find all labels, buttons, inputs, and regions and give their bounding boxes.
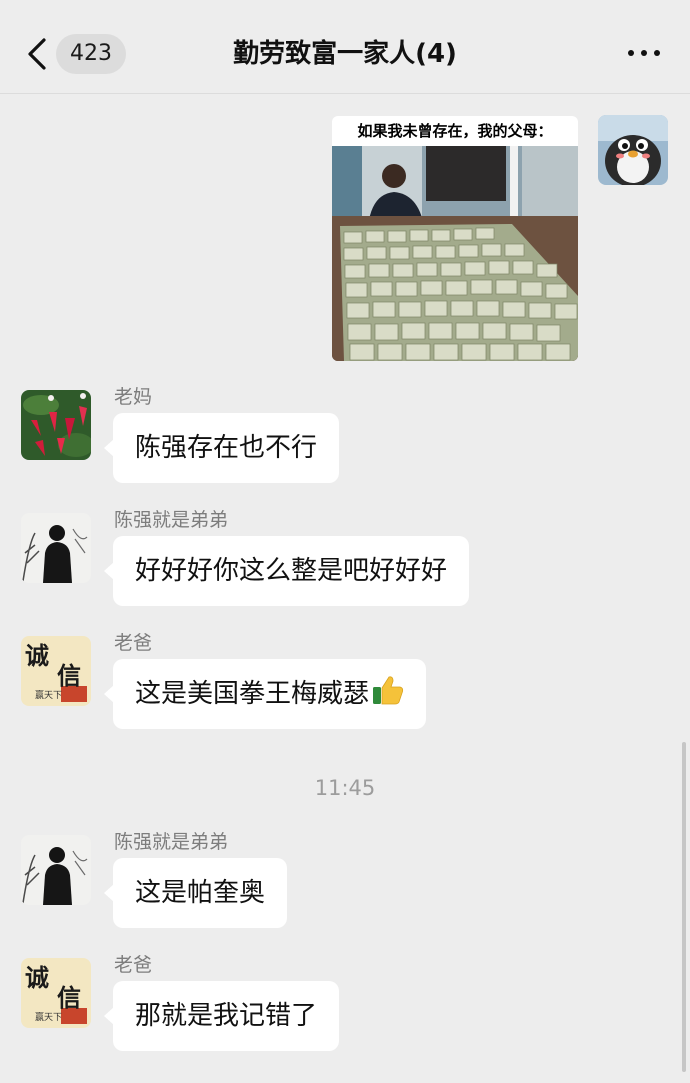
message-bubble[interactable]: 陈强存在也不行 — [103, 413, 340, 483]
ink-figure-avatar[interactable] — [21, 835, 91, 905]
message-timestamp: 11:45 — [314, 776, 376, 800]
more-options-icon[interactable] — [624, 44, 664, 64]
message-bubble[interactable]: 这是美国拳王梅威瑟 — [103, 659, 427, 729]
avatar-char-main: 诚 — [25, 641, 49, 670]
flower-avatar[interactable] — [21, 390, 91, 460]
sender-name: 老爸 — [114, 954, 153, 976]
avatar-char-second: 信 — [57, 983, 81, 1012]
chat-scrollbar[interactable] — [682, 742, 686, 1072]
avatar-char-small: 赢天下 — [35, 689, 62, 701]
chengxin-calligraphy-avatar[interactable]: 诚 信 赢天下 — [21, 958, 91, 1028]
sender-name: 老妈 — [114, 386, 153, 408]
thumbs-up-icon — [373, 676, 404, 705]
avatar-char-main: 诚 — [25, 963, 49, 992]
message-bubble[interactable]: 那就是我记错了 — [103, 981, 340, 1051]
message-text: 这是美国拳王梅威瑟 — [135, 679, 370, 709]
message-bubble[interactable]: 好好好你这么整是吧好好好 — [103, 536, 470, 606]
sender-name: 陈强就是弟弟 — [114, 831, 229, 853]
own-avatar[interactable] — [598, 115, 668, 185]
avatar-char-second: 信 — [57, 661, 81, 690]
meme-caption: 如果我未曾存在，我的父母： — [357, 122, 553, 140]
avatar-char-small: 赢天下 — [35, 1011, 62, 1023]
ink-figure-avatar[interactable] — [21, 513, 91, 583]
meme-image-message[interactable]: 如果我未曾存在，我的父母： — [332, 116, 578, 361]
sender-name: 老爸 — [114, 632, 153, 654]
chengxin-calligraphy-avatar[interactable]: 诚 信 赢天下 — [21, 636, 91, 706]
meme-photo — [332, 146, 578, 361]
chat-title: 勤劳致富一家人(4) — [233, 39, 457, 69]
sender-name: 陈强就是弟弟 — [114, 509, 229, 531]
message-bubble[interactable]: 这是帕奎奥 — [103, 858, 288, 928]
chat-header: 423 勤劳致富一家人(4) — [0, 0, 690, 94]
